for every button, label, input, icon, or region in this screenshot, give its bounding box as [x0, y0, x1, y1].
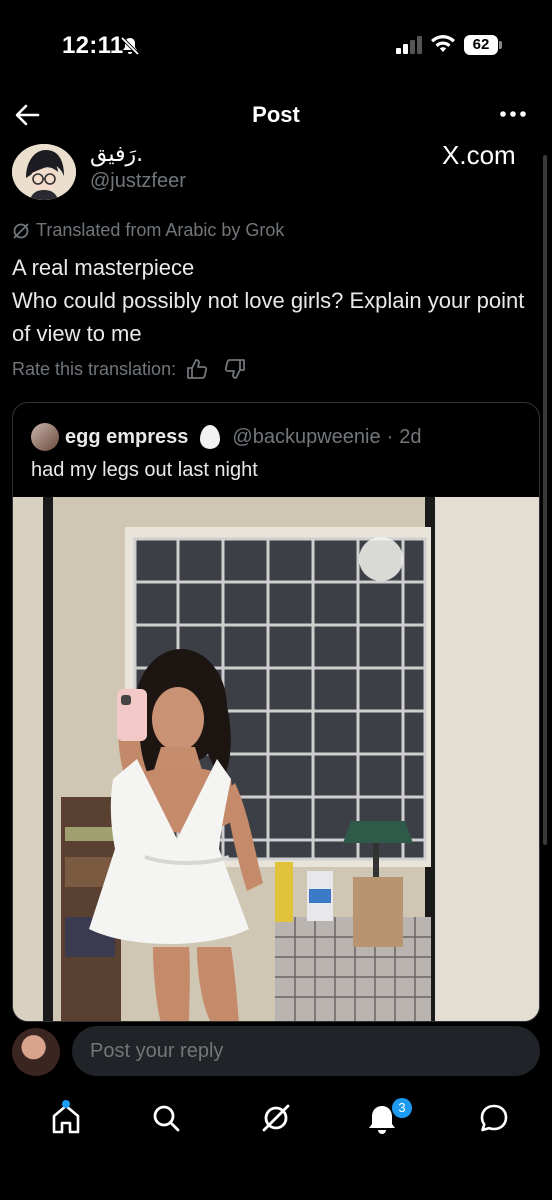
translated-text: Translated from Arabic by Grok [36, 220, 285, 240]
grok-icon [13, 222, 29, 239]
page-title: Post [252, 102, 300, 127]
battery-icon: 62 [464, 35, 502, 55]
status-bar: 12:11 62 [0, 0, 552, 90]
quoted-post-header: egg empress @backupweenie · 2d [31, 423, 422, 451]
egg-emoji-icon [200, 425, 221, 449]
wifi-icon [431, 35, 455, 52]
reply-bar [0, 1022, 552, 1084]
translation-label: Translated from Arabic by Grok [12, 220, 284, 241]
quoted-text: had my legs out last night [31, 459, 258, 481]
signal-icon [396, 36, 422, 54]
more-options-icon[interactable] [498, 102, 528, 126]
home-unread-dot [62, 1100, 70, 1108]
rate-translation: Rate this translation: [12, 358, 246, 380]
messages-icon[interactable] [474, 1098, 514, 1138]
post-text-line: Who could possibly not love girls? Expla… [12, 288, 525, 346]
quoted-timestamp: 2d [399, 425, 422, 448]
battery-level: 62 [472, 36, 490, 53]
scroll-indicator[interactable] [543, 155, 547, 845]
search-icon[interactable] [146, 1098, 186, 1138]
bell-slash-icon [120, 36, 140, 56]
source-badge: X.com [442, 140, 516, 170]
separator-dot: · [386, 425, 394, 448]
notification-count-badge: 3 [392, 1098, 412, 1118]
quoted-handle[interactable]: @backupweenie [232, 426, 380, 449]
thumbs-down-icon[interactable] [224, 358, 246, 380]
status-time: 12:11 [62, 32, 124, 59]
author-display-name[interactable]: رَفيق. [90, 142, 143, 167]
bottom-tab-bar [0, 1090, 552, 1150]
quoted-post[interactable]: egg empress @backupweenie · 2d had my le… [12, 402, 540, 1022]
quoted-avatar[interactable] [31, 423, 59, 451]
avatar[interactable] [12, 144, 76, 200]
thumbs-up-icon[interactable] [186, 358, 208, 380]
user-avatar[interactable] [12, 1028, 60, 1076]
post-text-line: A real masterpiece [12, 255, 195, 280]
quoted-display-name[interactable]: egg empress [65, 426, 188, 449]
author-handle[interactable]: @justzfeer [90, 170, 186, 193]
post-header: Post [0, 92, 552, 138]
reply-input[interactable] [72, 1026, 540, 1076]
grok-icon[interactable] [256, 1098, 296, 1138]
quoted-photo[interactable] [13, 497, 539, 1021]
post-author: رَفيق. @justzfeer X.com [0, 140, 552, 206]
rate-label: Rate this translation: [12, 358, 177, 379]
post-body: A real masterpiece Who could possibly no… [12, 251, 542, 350]
